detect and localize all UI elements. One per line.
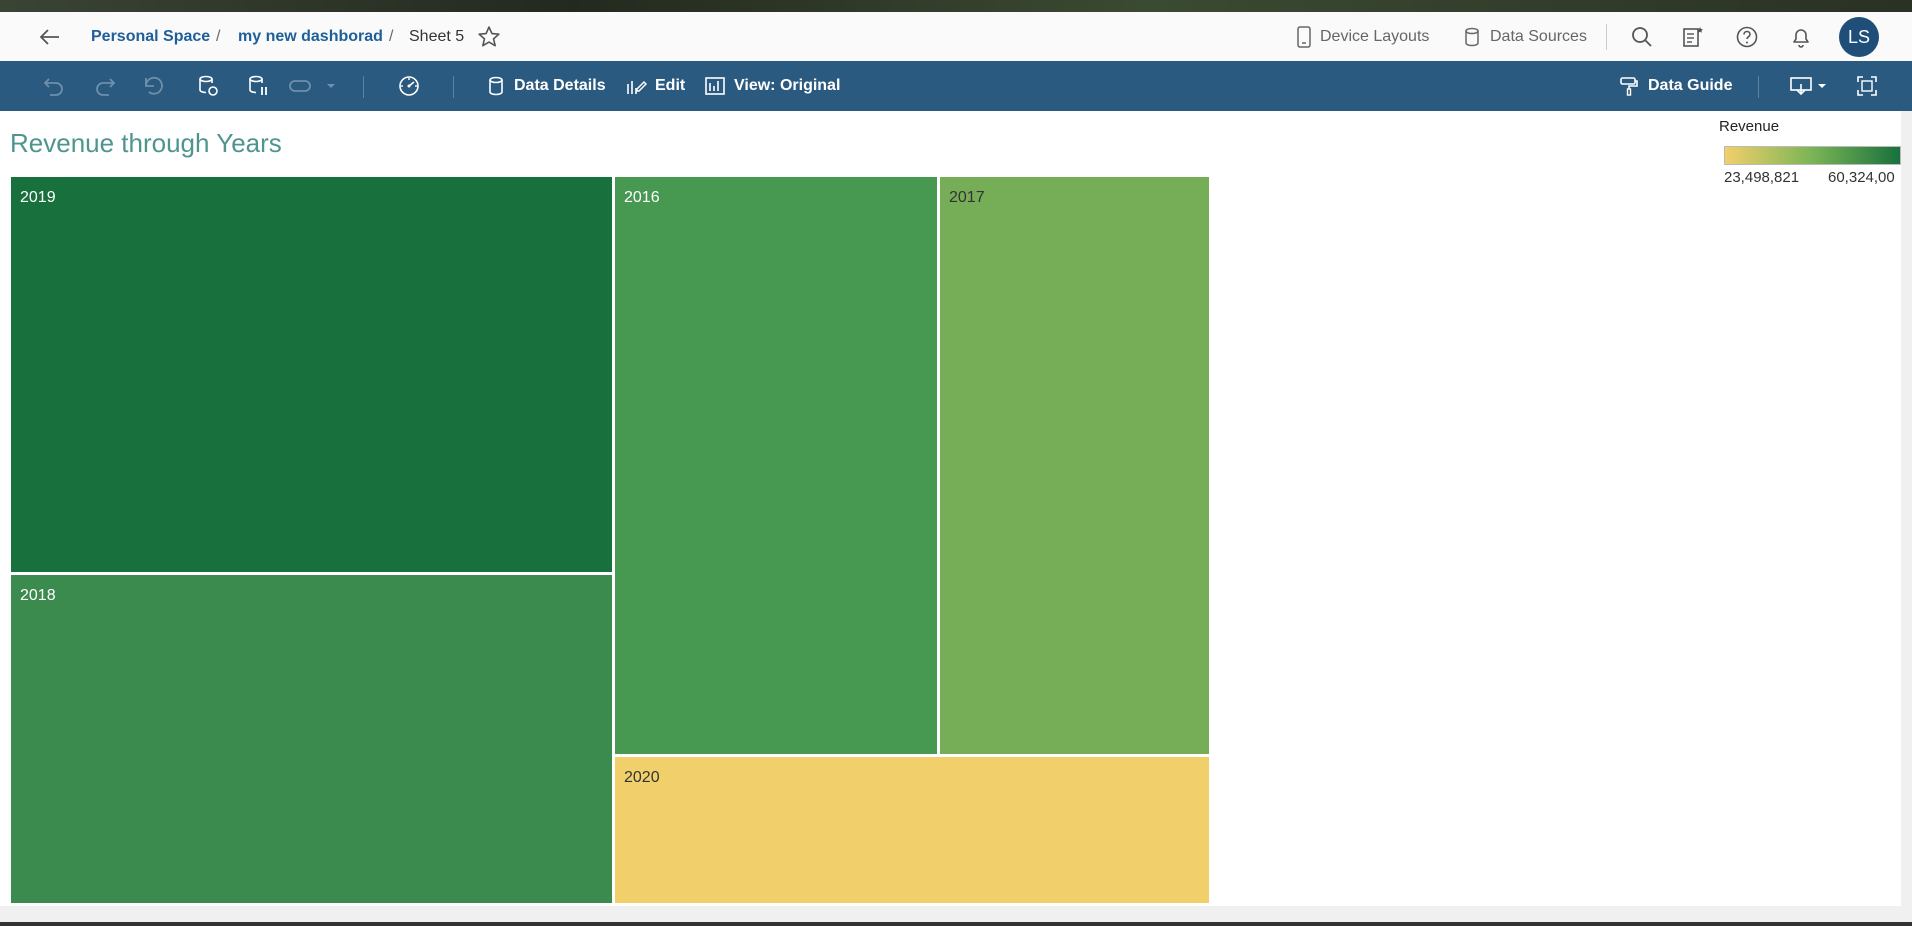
redo-icon[interactable]: [93, 61, 117, 111]
recommendations-icon[interactable]: [1681, 12, 1705, 61]
breadcrumb-sheet: Sheet 5: [409, 27, 465, 45]
database-icon: [1465, 27, 1479, 46]
user-avatar[interactable]: LS: [1839, 17, 1879, 57]
download-button[interactable]: [1789, 61, 1828, 111]
pause-updates-icon[interactable]: [246, 61, 270, 111]
edit-chart-icon: [627, 80, 647, 94]
view-original-label: View: Original: [734, 77, 841, 94]
treemap-cell-2018[interactable]: 2018: [10, 574, 613, 904]
window-bottom-strip: [0, 922, 1912, 926]
data-details-label: Data Details: [514, 77, 606, 94]
edit-button[interactable]: Edit: [625, 61, 685, 111]
toolbar-divider: [453, 76, 454, 98]
favorite-star-icon[interactable]: [476, 12, 502, 61]
legend-max-value: 60,324,00: [1828, 169, 1895, 186]
treemap-cell-2016[interactable]: 2016: [614, 176, 938, 755]
toolbar-divider: [1758, 76, 1759, 98]
notifications-bell-icon[interactable]: [1790, 12, 1812, 61]
breadcrumb-separator: /: [389, 27, 394, 45]
paint-roller-icon: [1620, 77, 1638, 96]
window-top-strip: [0, 0, 1912, 12]
header-divider: [1606, 24, 1607, 50]
legend-color-ramp: [1724, 146, 1901, 165]
breadcrumb-separator: /: [216, 27, 221, 45]
treemap-cell-2017[interactable]: 2017: [939, 176, 1210, 755]
database-icon: [489, 76, 503, 96]
device-layouts-label: Device Layouts: [1320, 27, 1430, 45]
download-icon: [1790, 77, 1812, 96]
data-guide-button[interactable]: Data Guide: [1618, 61, 1732, 111]
phone-icon: [1297, 25, 1311, 48]
treemap-label: 2018: [20, 587, 56, 604]
header-bar: Personal Space / my new dashborad / Shee…: [0, 12, 1912, 62]
search-icon[interactable]: [1630, 12, 1654, 61]
treemap-cell-2020[interactable]: 2020: [614, 756, 1210, 904]
refresh-data-icon[interactable]: [196, 61, 220, 111]
legend-min-value: 23,498,821: [1724, 169, 1800, 186]
data-guide-label: Data Guide: [1648, 77, 1733, 94]
breadcrumb-dashboard[interactable]: my new dashborad: [238, 12, 383, 61]
treemap-label: 2019: [20, 189, 56, 206]
chevron-down-icon[interactable]: [325, 61, 337, 111]
sheet-title: Revenue through Years: [10, 128, 282, 158]
treemap-cell-2019[interactable]: 2019: [10, 176, 613, 573]
view-original-button[interactable]: View: Original: [704, 61, 840, 111]
data-sources-button[interactable]: Data Sources: [1464, 12, 1587, 61]
pause-auto-updates-icon[interactable]: [397, 61, 421, 111]
legend-title: Revenue: [1719, 118, 1780, 135]
treemap-label: 2017: [949, 189, 985, 206]
undo-icon[interactable]: [42, 61, 66, 111]
fullscreen-icon[interactable]: [1855, 61, 1879, 111]
chevron-down-icon: [1818, 84, 1826, 88]
device-layouts-button[interactable]: Device Layouts: [1296, 12, 1429, 61]
edit-label: Edit: [655, 77, 686, 94]
toolbar: Data Details Edit View: Original Data Gu…: [0, 61, 1912, 111]
treemap-label: 2020: [624, 769, 660, 786]
replay-animation-icon[interactable]: [288, 61, 314, 111]
view-icon: [705, 77, 725, 95]
data-details-button[interactable]: Data Details: [488, 61, 606, 111]
treemap-label: 2016: [624, 189, 660, 206]
help-icon[interactable]: [1735, 12, 1759, 61]
breadcrumb-personal-space[interactable]: Personal Space: [91, 12, 210, 61]
data-sources-label: Data Sources: [1490, 27, 1587, 45]
toolbar-divider: [363, 76, 364, 98]
back-arrow-icon[interactable]: [38, 12, 62, 61]
revert-icon[interactable]: [142, 61, 166, 111]
